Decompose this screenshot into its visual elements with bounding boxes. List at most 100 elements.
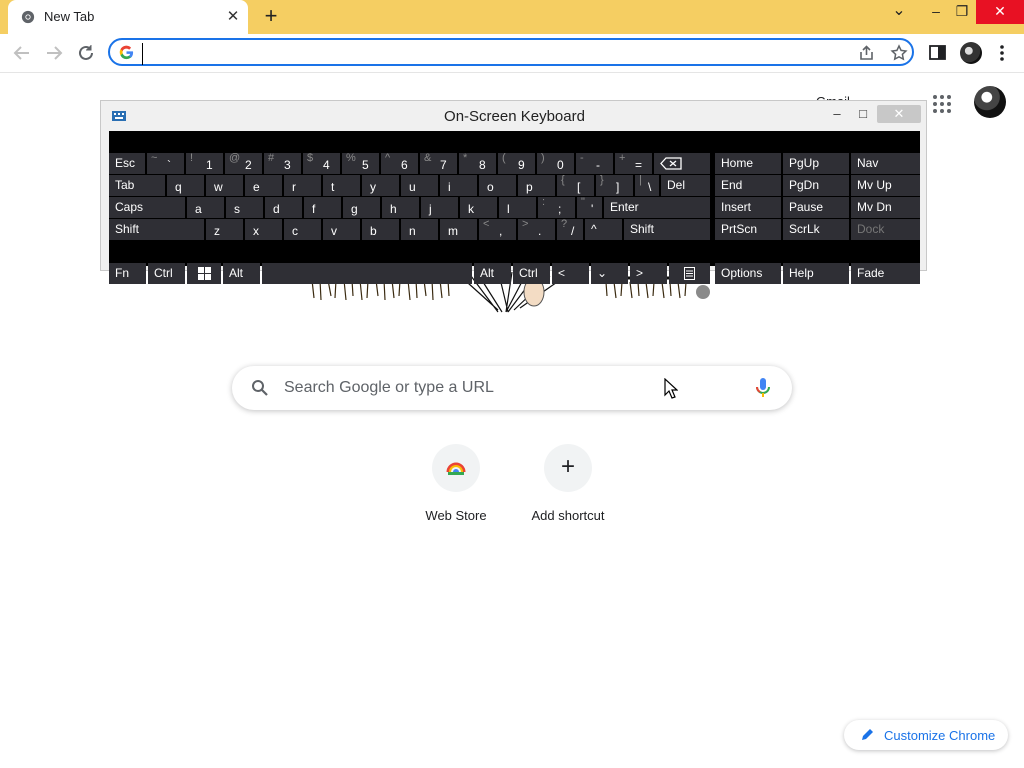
osk-key-backspace[interactable] xyxy=(654,153,710,174)
voice-search-icon[interactable] xyxy=(754,376,772,400)
address-input[interactable] xyxy=(142,43,827,65)
osk-key[interactable]: f xyxy=(304,197,341,218)
osk-key[interactable]: -- xyxy=(576,152,613,174)
osk-key[interactable]: PgDn xyxy=(783,175,849,196)
osk-key[interactable]: }] xyxy=(596,174,633,196)
account-avatar[interactable] xyxy=(974,86,1006,118)
search-box[interactable]: Search Google or type a URL xyxy=(232,366,792,410)
osk-key-menu[interactable] xyxy=(669,263,710,284)
osk-key-windows[interactable] xyxy=(187,263,221,284)
tab-search-icon[interactable]: ⌄ xyxy=(881,0,917,24)
osk-key[interactable]: c xyxy=(284,219,321,240)
osk-key[interactable]: w xyxy=(206,175,243,196)
osk-key[interactable]: y xyxy=(362,175,399,196)
osk-key[interactable]: x xyxy=(245,219,282,240)
bookmark-star-icon[interactable] xyxy=(890,44,908,62)
osk-key[interactable]: Options xyxy=(715,263,781,284)
osk-key[interactable]: Alt xyxy=(223,263,260,284)
osk-key[interactable]: Dock xyxy=(851,219,920,240)
osk-key[interactable]: + = xyxy=(615,152,652,174)
osk-key[interactable]: Fade xyxy=(851,263,920,284)
osk-key[interactable]: Help xyxy=(783,263,849,284)
osk-key[interactable]: ! 1 xyxy=(186,152,223,174)
osk-key[interactable]: Pause xyxy=(783,197,849,218)
osk-key[interactable]: z xyxy=(206,219,243,240)
osk-key[interactable]: #3 xyxy=(264,152,301,174)
osk-key[interactable]: Esc xyxy=(109,153,145,174)
osk-key[interactable]: | \ xyxy=(635,174,659,196)
side-panel-icon[interactable] xyxy=(928,43,948,63)
osk-key[interactable]: Enter xyxy=(604,197,710,218)
osk-key[interactable]: $4 xyxy=(303,152,340,174)
osk-key[interactable]: Shift xyxy=(624,219,710,240)
google-apps-icon[interactable] xyxy=(932,94,952,114)
osk-key[interactable]: ^ xyxy=(585,219,622,240)
osk-key[interactable]: <, xyxy=(479,218,516,240)
osk-key[interactable]: {[ xyxy=(557,174,594,196)
add-shortcut-button[interactable]: + Add shortcut xyxy=(512,444,624,523)
osk-key[interactable]: q xyxy=(167,175,204,196)
osk-key[interactable]: > xyxy=(630,263,667,284)
osk-key[interactable]: m xyxy=(440,219,477,240)
osk-key[interactable]: ScrLk xyxy=(783,219,849,240)
osk-close-button[interactable]: ✕ xyxy=(877,105,921,123)
osk-key[interactable]: Fn xyxy=(109,263,146,284)
reload-icon[interactable] xyxy=(75,42,97,64)
osk-key[interactable]: k xyxy=(460,197,497,218)
osk-key[interactable]: End xyxy=(715,175,781,196)
osk-key[interactable]: Alt xyxy=(474,263,511,284)
osk-key[interactable]: @2 xyxy=(225,152,262,174)
osk-key[interactable]: j xyxy=(421,197,458,218)
close-window-button[interactable]: ✕ xyxy=(976,0,1024,24)
back-icon[interactable] xyxy=(11,42,33,64)
osk-key[interactable]: Caps xyxy=(109,197,185,218)
restore-button[interactable]: ❐ xyxy=(944,0,980,24)
osk-key[interactable]: PgUp xyxy=(783,153,849,174)
osk-key[interactable]: ) 0 xyxy=(537,152,574,174)
osk-key[interactable]: ⌄ xyxy=(591,263,628,284)
osk-key[interactable]: r xyxy=(284,175,321,196)
osk-key[interactable]: g xyxy=(343,197,380,218)
shortcut-web-store[interactable]: Web Store xyxy=(400,444,512,523)
osk-key[interactable]: * 8 xyxy=(459,152,496,174)
osk-key[interactable]: d xyxy=(265,197,302,218)
osk-key[interactable]: PrtScn xyxy=(715,219,781,240)
osk-key[interactable]: l xyxy=(499,197,536,218)
share-icon[interactable] xyxy=(858,44,876,62)
osk-key[interactable]: h xyxy=(382,197,419,218)
osk-key[interactable]: a xyxy=(187,197,224,218)
osk-key[interactable]: t xyxy=(323,175,360,196)
osk-key[interactable]: o xyxy=(479,175,516,196)
osk-key[interactable]: % 5 xyxy=(342,152,379,174)
osk-key[interactable] xyxy=(262,263,472,284)
osk-key[interactable]: Home xyxy=(715,153,781,174)
osk-key[interactable]: Shift xyxy=(109,219,204,240)
osk-key[interactable]: s xyxy=(226,197,263,218)
osk-key[interactable]: u xyxy=(401,175,438,196)
osk-key[interactable]: Ctrl xyxy=(513,263,550,284)
profile-avatar[interactable] xyxy=(960,42,982,64)
tab-close-icon[interactable]: ✕ xyxy=(225,9,241,25)
chrome-menu-icon[interactable] xyxy=(994,42,1010,64)
osk-key[interactable]: ? / xyxy=(557,218,583,240)
osk-key[interactable]: >. xyxy=(518,218,555,240)
osk-key[interactable]: Del xyxy=(661,175,710,196)
osk-key[interactable]: Insert xyxy=(715,197,781,218)
osk-key[interactable]: Mv Up xyxy=(851,175,920,196)
osk-key[interactable]: v xyxy=(323,219,360,240)
osk-key[interactable]: Ctrl xyxy=(148,263,185,284)
omnibox[interactable] xyxy=(108,38,914,66)
forward-icon[interactable] xyxy=(43,42,65,64)
osk-key[interactable]: Tab xyxy=(109,175,165,196)
osk-key[interactable]: n xyxy=(401,219,438,240)
osk-key[interactable]: p xyxy=(518,175,555,196)
osk-key[interactable]: Mv Dn xyxy=(851,197,920,218)
osk-key[interactable]: < xyxy=(552,263,589,284)
osk-key[interactable]: ~ ` xyxy=(147,152,184,174)
osk-key[interactable]: " ' xyxy=(577,196,602,218)
new-tab-button[interactable]: + xyxy=(260,5,282,28)
customize-chrome-button[interactable]: Customize Chrome xyxy=(844,720,1008,750)
osk-key[interactable]: (9 xyxy=(498,152,535,174)
osk-key[interactable]: i xyxy=(440,175,477,196)
osk-key[interactable]: ^ 6 xyxy=(381,152,418,174)
